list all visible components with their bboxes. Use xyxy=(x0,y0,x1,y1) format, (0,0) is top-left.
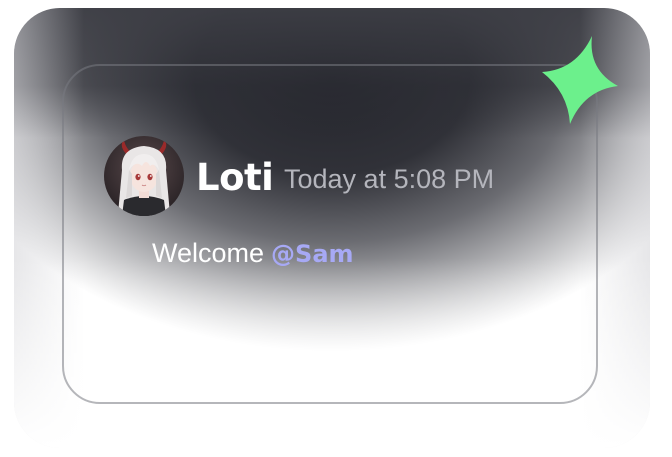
sparkle-icon xyxy=(542,36,618,124)
avatar[interactable] xyxy=(104,136,184,216)
stage: Loti Today at 5:08 PM Welcome @Sam xyxy=(0,0,672,457)
message-text: Welcome xyxy=(152,238,265,268)
message-content: Welcome @Sam xyxy=(152,234,354,273)
user-mention[interactable]: @Sam xyxy=(271,240,354,268)
message-timestamp: Today at 5:08 PM xyxy=(284,164,495,194)
anime-avatar-icon xyxy=(104,136,184,216)
author-name[interactable]: Loti xyxy=(196,152,274,204)
